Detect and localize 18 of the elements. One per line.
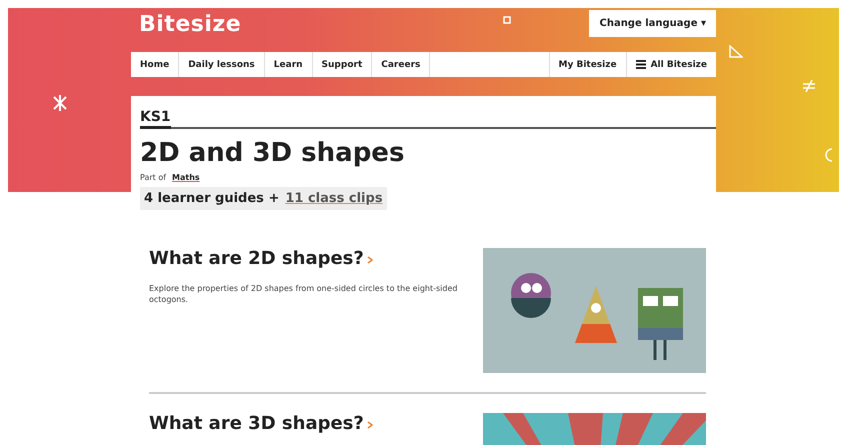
- change-language-button[interactable]: Change language ▾: [589, 10, 716, 37]
- class-clips-link[interactable]: 11 class clips: [285, 191, 383, 206]
- crescent-icon: [825, 148, 834, 162]
- small-square-icon: [503, 16, 511, 24]
- page-title: 2D and 3D shapes: [140, 138, 406, 168]
- level-tab[interactable]: KS1: [140, 109, 171, 129]
- guide-title-link[interactable]: What are 2D shapes?: [149, 248, 464, 269]
- guide-description: Explore the properties of 2D shapes from one-sided circles to the eight-sided octogons.: [149, 283, 458, 306]
- guides-count: 4 learner guides +: [144, 191, 280, 206]
- chevron-right-icon: [366, 256, 373, 264]
- guide-title-link[interactable]: What are 3D shapes?: [149, 413, 464, 434]
- site-logo[interactable]: Bitesize: [139, 12, 242, 37]
- part-of-label: Part of: [140, 173, 166, 182]
- not-equal-icon: [802, 80, 816, 92]
- subject-link[interactable]: Maths: [172, 173, 200, 182]
- chevron-right-icon: [366, 421, 373, 429]
- sparkle-icon: [52, 95, 68, 111]
- menu-icon: [636, 60, 646, 69]
